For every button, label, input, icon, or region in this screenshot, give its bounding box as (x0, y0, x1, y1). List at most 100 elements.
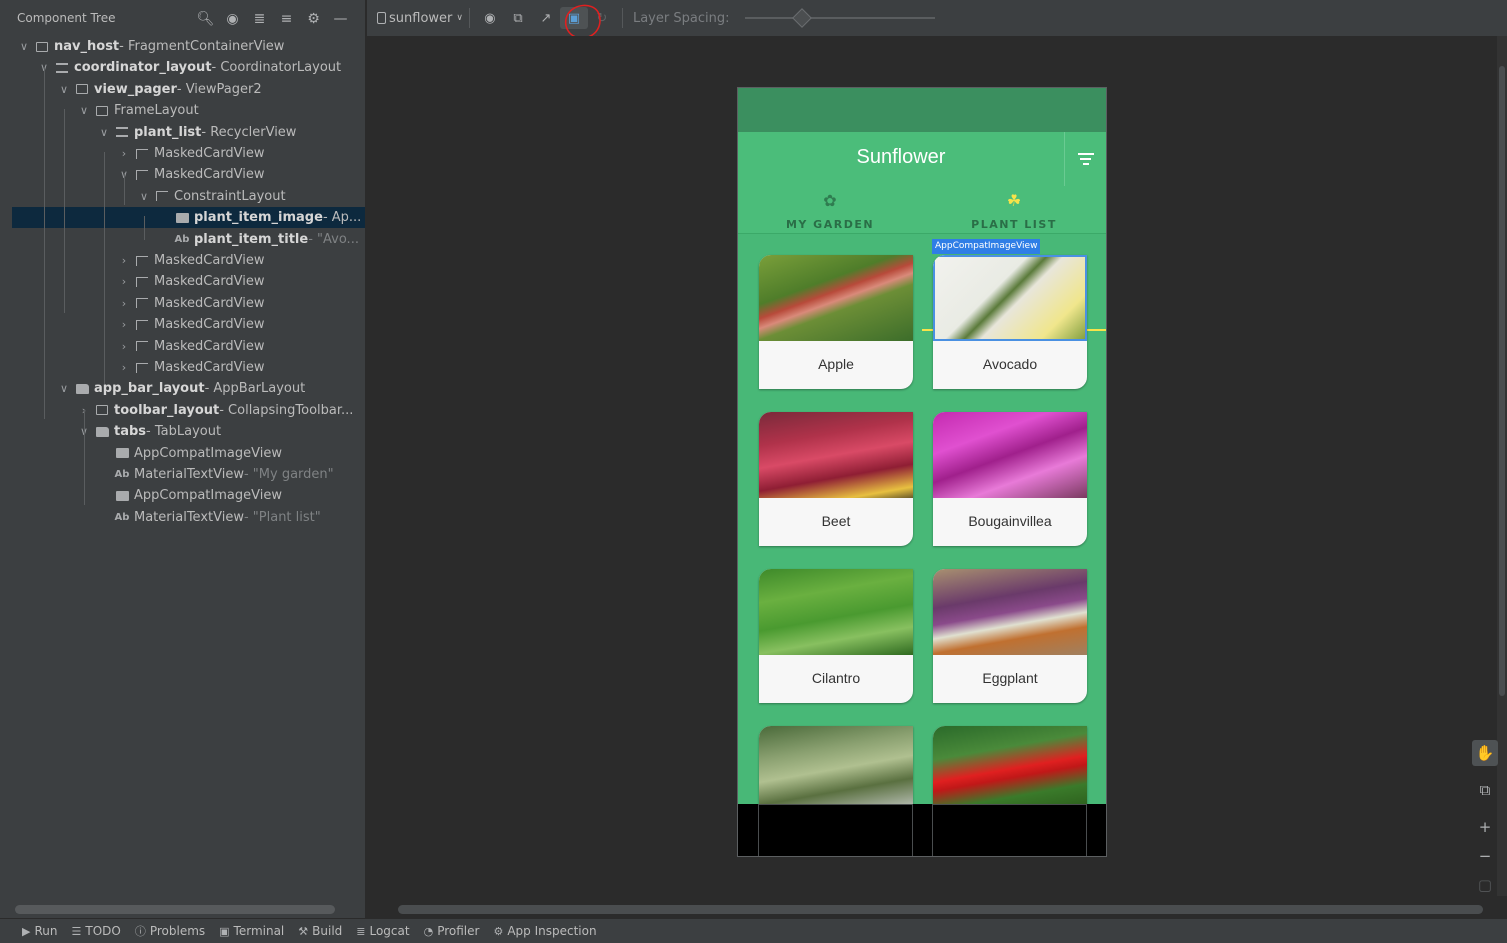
tree-node[interactable]: ∨ view_pager - ViewPager2 (0, 79, 366, 100)
tree-node[interactable]: ∨ FrameLayout (0, 100, 366, 121)
tree-node[interactable]: › toolbar_layout - CollapsingToolbar... (0, 400, 366, 421)
collapse-all-icon[interactable]: ≡ (273, 9, 300, 29)
tree-guide-line (104, 152, 105, 384)
status-bar (738, 88, 1106, 132)
chevron-right-icon[interactable]: › (117, 340, 131, 353)
chevron-right-icon[interactable]: › (117, 275, 131, 288)
device-screen[interactable]: Sunflower ✿ MY GARDEN ☘ PLANT LIST Apple… (737, 87, 1107, 857)
todo-tool-button[interactable]: ☰ TODO (71, 924, 120, 938)
plant-card[interactable]: Eggplant (933, 569, 1087, 703)
view-options-eye-icon[interactable]: ◉ (476, 7, 504, 29)
canvas-horizontal-scrollbar[interactable] (398, 905, 1483, 914)
chevron-down-icon[interactable]: ∨ (137, 190, 151, 203)
pan-hand-icon[interactable]: ✋ (1472, 740, 1498, 766)
chevron-down-icon[interactable]: ∨ (17, 40, 31, 53)
minimize-icon[interactable]: — (327, 9, 354, 29)
slider-thumb[interactable] (792, 8, 813, 28)
tree-guide-line (44, 67, 45, 419)
plant-card[interactable]: Bougainvillea (933, 412, 1087, 546)
tree-node-id: toolbar_layout (114, 402, 220, 418)
refresh-icon[interactable]: ↻ (588, 7, 616, 29)
text-icon: Ab (114, 511, 130, 523)
toolbar-divider (621, 8, 623, 28)
card-icon (135, 340, 149, 352)
toggle-3d-icon[interactable]: ⧉ (1472, 777, 1498, 803)
chevron-right-icon[interactable]: › (117, 254, 131, 267)
export-icon[interactable]: ↗ (532, 7, 560, 29)
plant-card[interactable]: Apple (759, 255, 913, 389)
chevron-right-icon[interactable]: › (117, 361, 131, 374)
tree-node[interactable]: › MaskedCardView (0, 143, 366, 164)
filter-icon[interactable] (1064, 132, 1106, 186)
tree-node[interactable]: ∨ tabs - TabLayout (0, 421, 366, 442)
tree-node[interactable]: AppCompatImageView (0, 443, 366, 464)
plant-card[interactable]: Cilantro (759, 569, 913, 703)
component-tree-title: Component Tree (17, 11, 116, 25)
tree-node-type: - TabLayout (146, 424, 222, 440)
tree-node-id: plant_list (134, 124, 202, 140)
plant-title: Bougainvillea (968, 513, 1052, 529)
chevron-right-icon[interactable]: › (117, 147, 131, 160)
logcat-tool-button[interactable]: ≣ Logcat (356, 924, 409, 938)
app-inspection-tool-button[interactable]: ⚙ App Inspection (493, 924, 596, 938)
problems-tool-button[interactable]: ⓘ Problems (135, 923, 205, 939)
folder-icon (75, 383, 89, 395)
plant-photo-apple (759, 255, 913, 341)
card-icon (135, 255, 149, 267)
profiler-tool-button[interactable]: ◔ Profiler (424, 924, 480, 938)
device-selector[interactable]: sunflower ∨ (377, 11, 463, 26)
container-icon (75, 83, 89, 95)
terminal-tool-button[interactable]: ▣ Terminal (219, 924, 284, 938)
zoom-to-fit-icon[interactable]: ▢ (1472, 872, 1498, 898)
tree-node[interactable]: › MaskedCardView (0, 250, 366, 271)
search-icon[interactable]: 🔍︎ (192, 9, 219, 29)
expand-all-icon[interactable]: ≣ (246, 9, 273, 29)
tree-node[interactable]: Ab plant_item_title - "Avo... (0, 229, 366, 250)
tab-my-garden[interactable]: ✿ MY GARDEN (738, 186, 922, 234)
tree-node[interactable]: ∨ nav_host - FragmentContainerView (0, 36, 366, 57)
zoom-out-icon[interactable]: − (1472, 843, 1498, 869)
eye-icon[interactable]: ◉ (219, 9, 246, 29)
tree-node[interactable]: › MaskedCardView (0, 336, 366, 357)
tree-node[interactable]: ∨ plant_list - RecyclerView (0, 122, 366, 143)
garden-icon: ✿ (823, 191, 837, 210)
tree-node[interactable]: ∨ MaskedCardView (0, 164, 366, 185)
zoom-in-icon[interactable]: + (1472, 814, 1498, 840)
plant-card[interactable]: Beet (759, 412, 913, 546)
layer-spacing-slider[interactable] (745, 8, 936, 28)
tree-node[interactable]: AppCompatImageView (0, 485, 366, 506)
tree-node[interactable]: Ab MaterialTextView - "Plant list" (0, 507, 366, 528)
chevron-down-icon[interactable]: ∨ (57, 83, 71, 96)
offscreen-card-outline (758, 804, 913, 856)
tree-node[interactable]: › MaskedCardView (0, 271, 366, 292)
tree-node-type: AppCompatImageView (134, 488, 282, 504)
tree-node-type: - Ap... (322, 210, 362, 226)
tab-label: PLANT LIST (971, 218, 1057, 231)
snapshot-icon[interactable]: ⧉ (504, 7, 532, 29)
build-tool-button[interactable]: ⚒ Build (298, 924, 342, 938)
gear-icon[interactable]: ⚙ (300, 9, 327, 29)
chevron-right-icon[interactable]: › (117, 297, 131, 310)
chevron-down-icon[interactable]: ∨ (57, 382, 71, 395)
tree-node[interactable]: › MaskedCardView (0, 314, 366, 335)
canvas-vertical-scrollbar[interactable] (1497, 36, 1507, 896)
chevron-down-icon[interactable]: ∨ (97, 126, 111, 139)
chevron-down-icon[interactable]: ∨ (77, 104, 91, 117)
run-tool-button[interactable]: ▶ Run (22, 924, 57, 938)
tree-node[interactable]: ∨ coordinator_layout - CoordinatorLayout (0, 57, 366, 78)
card-icon (135, 148, 149, 160)
tree-node-id: plant_item_title (194, 231, 309, 247)
tree-horizontal-scrollbar[interactable] (15, 905, 335, 914)
tree-node[interactable]: Ab MaterialTextView - "My garden" (0, 464, 366, 485)
live-updates-icon[interactable]: ▣ (559, 7, 588, 29)
card-icon (135, 362, 149, 374)
tree-node[interactable]: ∨ ConstraintLayout (0, 186, 366, 207)
tree-node[interactable]: › MaskedCardView (0, 293, 366, 314)
tab-plant-list[interactable]: ☘ PLANT LIST (922, 186, 1106, 234)
chevron-right-icon[interactable]: › (117, 318, 131, 331)
plant-card[interactable]: Avocado (933, 255, 1087, 389)
phone-icon (377, 12, 386, 24)
tree-node[interactable]: ∨ app_bar_layout - AppBarLayout (0, 378, 366, 399)
text-icon: Ab (174, 233, 190, 245)
tree-node[interactable]: › MaskedCardView (0, 357, 366, 378)
